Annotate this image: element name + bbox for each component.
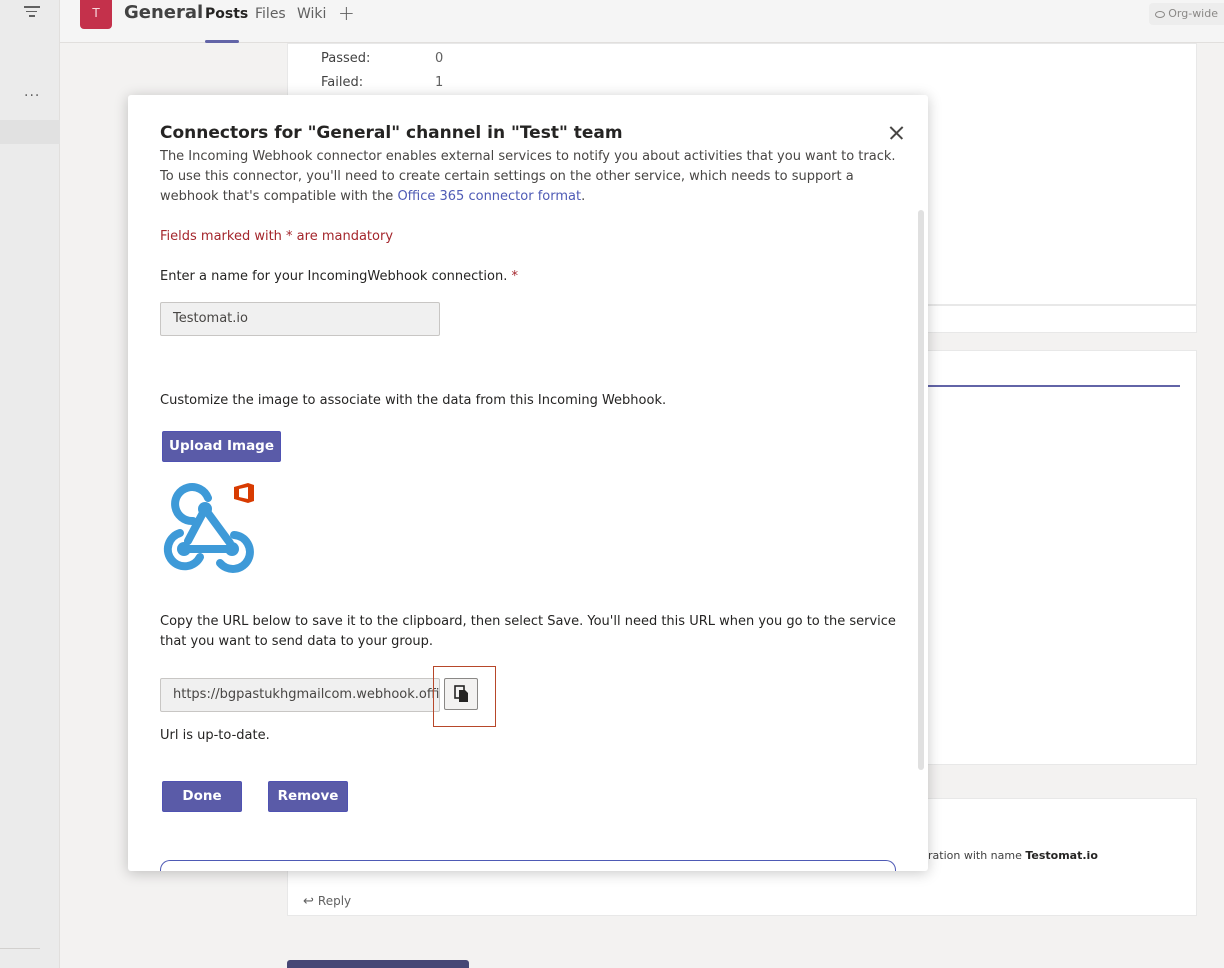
- reply-icon: ↩: [303, 894, 314, 909]
- org-wide-badge[interactable]: Org-wide: [1149, 3, 1224, 25]
- org-wide-label: Org-wide: [1168, 7, 1218, 20]
- left-rail: ···: [0, 0, 60, 968]
- name-label-text: Enter a name for your IncomingWebhook co…: [160, 269, 508, 284]
- reply-label: Reply: [317, 894, 352, 908]
- close-icon[interactable]: [886, 123, 906, 143]
- connection-name-input[interactable]: Testomat.io: [160, 302, 440, 336]
- new-conversation-button[interactable]: [287, 960, 469, 968]
- description-end: .: [581, 189, 586, 204]
- add-tab-icon[interactable]: +: [338, 1, 355, 25]
- post-snippet: ration with name Testomat.io: [928, 849, 1098, 862]
- reply-button[interactable]: ↩ Reply: [303, 894, 351, 909]
- tab-files[interactable]: Files: [255, 6, 286, 22]
- active-tab-indicator: [205, 40, 239, 43]
- image-label: Customize the image to associate with th…: [160, 393, 667, 408]
- copy-icon: [454, 685, 468, 702]
- remove-button[interactable]: Remove: [268, 781, 348, 812]
- failed-value: 1: [435, 75, 444, 90]
- connectors-dialog: Connectors for "General" channel in "Tes…: [128, 95, 928, 871]
- filter-icon[interactable]: [24, 6, 40, 18]
- team-avatar[interactable]: T: [80, 0, 112, 29]
- webhook-office-icon: [163, 483, 254, 573]
- done-button[interactable]: Done: [162, 781, 242, 812]
- webhook-url-input[interactable]: https://bgpastukhgmailcom.webhook.offi: [160, 678, 440, 712]
- url-status: Url is up-to-date.: [160, 728, 270, 743]
- snippet-text: ration with name: [928, 849, 1026, 862]
- scrollbar[interactable]: [918, 210, 924, 770]
- dialog-title: Connectors for "General" channel in "Tes…: [160, 123, 623, 143]
- passed-label: Passed:: [321, 51, 371, 66]
- next-section-panel: [160, 860, 896, 871]
- channel-header: T General Posts Files Wiki + Org-wide: [60, 0, 1224, 43]
- passed-value: 0: [435, 51, 444, 66]
- tab-wiki[interactable]: Wiki: [297, 6, 326, 22]
- required-star: *: [511, 269, 518, 284]
- url-instructions: Copy the URL below to save it to the cli…: [160, 614, 896, 649]
- connector-format-link[interactable]: Office 365 connector format: [397, 189, 581, 204]
- tab-posts[interactable]: Posts: [205, 6, 248, 22]
- channel-title: General: [124, 2, 204, 23]
- card-accent-line: [920, 385, 1180, 387]
- copy-url-button[interactable]: [444, 678, 478, 710]
- mandatory-note: Fields marked with * are mandatory: [160, 229, 394, 244]
- rail-selected-item[interactable]: [0, 120, 60, 144]
- name-label: Enter a name for your IncomingWebhook co…: [160, 269, 518, 284]
- rail-divider: [0, 948, 40, 949]
- failed-label: Failed:: [321, 75, 364, 90]
- upload-image-button[interactable]: Upload Image: [162, 431, 281, 462]
- more-options-icon[interactable]: ···: [24, 88, 40, 104]
- eye-icon: [1155, 11, 1166, 18]
- snippet-bold: Testomat.io: [1025, 849, 1098, 862]
- connector-description: The Incoming Webhook connector enables e…: [160, 147, 902, 207]
